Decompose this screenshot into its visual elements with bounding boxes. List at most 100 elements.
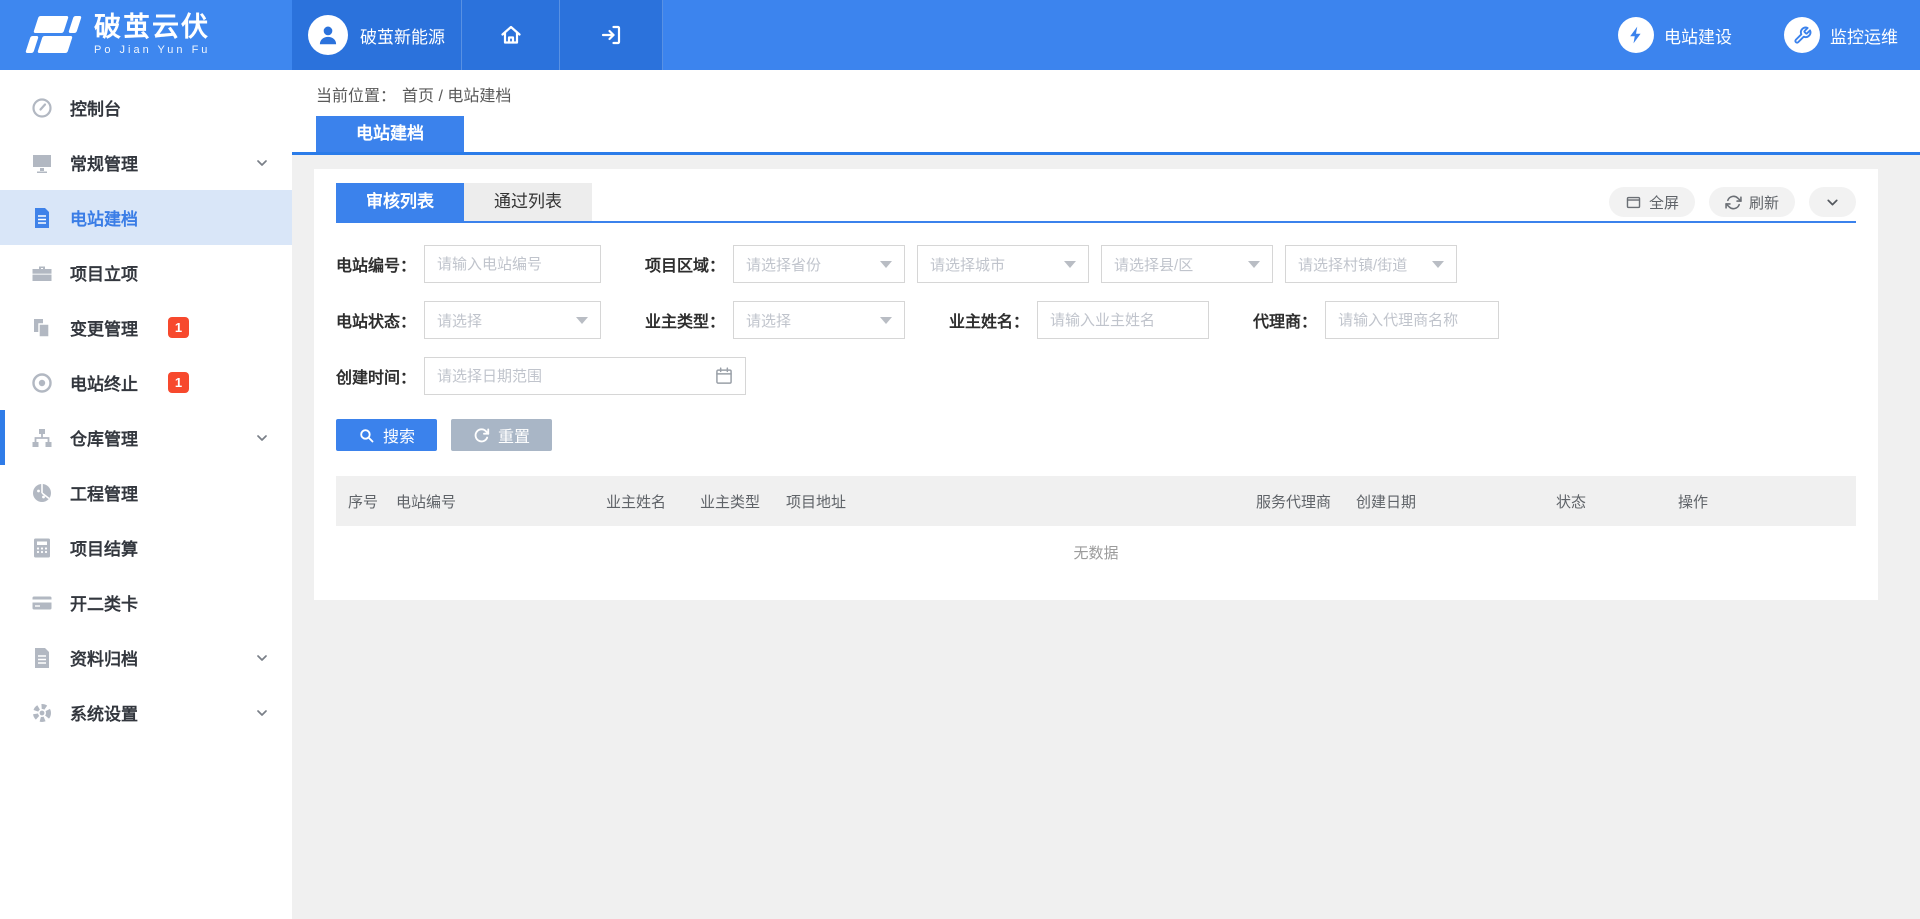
- results-table: 序号 电站编号 业主姓名 业主类型 项目地址 服务代理商 创建日期 状态 操作 …: [336, 476, 1856, 578]
- owner-type-select[interactable]: 请选择: [733, 301, 905, 339]
- sidebar-item-dashboard[interactable]: 控制台: [0, 80, 292, 135]
- sidebar-item-label: 项目立项: [70, 260, 138, 285]
- city-select[interactable]: 请选择城市: [917, 245, 1089, 283]
- th-actions: 操作: [1678, 491, 1856, 512]
- sidebar: 控制台 常规管理 电站建档 项目立项: [0, 70, 292, 919]
- user-menu[interactable]: 破茧新能源: [292, 0, 462, 70]
- chevron-down-icon: [254, 155, 270, 171]
- reset-icon: [473, 427, 490, 444]
- sidebar-item-label: 资料归档: [70, 645, 138, 670]
- brand-name: 破茧云伏: [94, 14, 210, 41]
- reset-label: 重置: [498, 423, 530, 447]
- sidebar-item-label: 控制台: [70, 95, 121, 120]
- fullscreen-label: 全屏: [1649, 192, 1679, 213]
- sidebar-item-project-initiation[interactable]: 项目立项: [0, 245, 292, 300]
- company-name: 破茧新能源: [360, 23, 445, 48]
- topbar: 破茧云伏 Po Jian Yun Fu 破茧新能源: [0, 0, 1920, 70]
- sidebar-item-label: 电站建档: [70, 205, 138, 230]
- th-service-agent: 服务代理商: [1256, 491, 1356, 512]
- briefcase-icon: [30, 261, 54, 285]
- field-station-status: 电站状态： 请选择: [336, 301, 601, 339]
- main-panel: 审核列表 通过列表 全屏: [314, 169, 1878, 600]
- select-placeholder: 请选择县/区: [1114, 254, 1193, 275]
- sidebar-item-data-archive[interactable]: 资料归档: [0, 630, 292, 685]
- breadcrumb-prefix: 当前位置：: [316, 82, 396, 106]
- tab-passed-list[interactable]: 通过列表: [464, 183, 592, 221]
- tab-review-list[interactable]: 审核列表: [336, 183, 464, 221]
- field-label: 代理商：: [1253, 308, 1317, 332]
- sidebar-item-label: 工程管理: [70, 480, 138, 505]
- caret-down-icon: [880, 317, 892, 324]
- copy-icon: [30, 316, 54, 340]
- station-no-input[interactable]: [424, 245, 601, 283]
- monitor-icon: [30, 151, 54, 175]
- date-range-input[interactable]: [424, 357, 746, 395]
- caret-down-icon: [880, 261, 892, 268]
- field-label: 业主类型：: [645, 308, 725, 332]
- badge-count: 1: [168, 372, 189, 393]
- sidebar-item-change-mgmt[interactable]: 变更管理 1: [0, 300, 292, 355]
- reset-button[interactable]: 重置: [451, 419, 552, 451]
- caret-down-icon: [1248, 261, 1260, 268]
- module-monitor-ops[interactable]: 监控运维: [1784, 17, 1898, 53]
- search-button[interactable]: 搜索: [336, 419, 437, 451]
- sidebar-item-label: 变更管理: [70, 315, 138, 340]
- owner-name-input[interactable]: [1037, 301, 1209, 339]
- field-region: 项目区域： 请选择省份 请选择城市: [645, 245, 1457, 283]
- province-select[interactable]: 请选择省份: [733, 245, 905, 283]
- th-project-address: 项目地址: [786, 491, 1256, 512]
- th-index: 序号: [348, 491, 396, 512]
- tab-bar: 审核列表 通过列表 全屏: [336, 183, 1856, 223]
- sidebar-item-label: 电站终止: [70, 370, 138, 395]
- topbar-modules: 电站建设 监控运维: [1618, 0, 1920, 70]
- logout-button[interactable]: [560, 0, 663, 70]
- county-select[interactable]: 请选择县/区: [1101, 245, 1273, 283]
- sidebar-item-open-card[interactable]: 开二类卡: [0, 575, 292, 630]
- breadcrumb-path[interactable]: 首页 / 电站建档: [402, 82, 511, 106]
- refresh-button[interactable]: 刷新: [1709, 187, 1795, 217]
- town-select[interactable]: 请选择村镇/街道: [1285, 245, 1457, 283]
- sidebar-item-station-terminate[interactable]: 电站终止 1: [0, 355, 292, 410]
- sidebar-item-label: 系统设置: [70, 700, 138, 725]
- sidebar-item-label: 项目结算: [70, 535, 138, 560]
- field-label: 业主姓名：: [949, 308, 1029, 332]
- sidebar-item-project-settlement[interactable]: 项目结算: [0, 520, 292, 575]
- sidebar-item-warehouse-mgmt[interactable]: 仓库管理: [0, 410, 292, 465]
- module-station-build[interactable]: 电站建设: [1618, 17, 1732, 53]
- pie-icon: [30, 481, 54, 505]
- field-create-time: 创建时间：: [336, 357, 746, 395]
- field-label: 项目区域：: [645, 252, 725, 276]
- archive-file-icon: [30, 646, 54, 670]
- filter-form: 电站编号： 项目区域： 请选择省份 请选择城市: [336, 245, 1856, 451]
- select-placeholder: 请选择: [437, 310, 482, 331]
- filter-actions: 搜索 重置: [336, 419, 1856, 451]
- search-icon: [358, 427, 375, 444]
- agent-input[interactable]: [1325, 301, 1499, 339]
- app-root: 破茧云伏 Po Jian Yun Fu 破茧新能源: [0, 0, 1920, 919]
- calendar-icon[interactable]: [714, 366, 734, 386]
- field-label: 电站编号：: [336, 252, 416, 276]
- sidebar-item-engineering-mgmt[interactable]: 工程管理: [0, 465, 292, 520]
- fullscreen-button[interactable]: 全屏: [1609, 187, 1695, 217]
- search-label: 搜索: [383, 423, 415, 447]
- filter-row-1: 电站编号： 项目区域： 请选择省份 请选择城市: [336, 245, 1856, 283]
- station-status-select[interactable]: 请选择: [424, 301, 601, 339]
- table-header-row: 序号 电站编号 业主姓名 业主类型 项目地址 服务代理商 创建日期 状态 操作: [336, 476, 1856, 526]
- home-button[interactable]: [462, 0, 560, 70]
- collapse-button[interactable]: [1809, 187, 1856, 217]
- sidebar-item-general-mgmt[interactable]: 常规管理: [0, 135, 292, 190]
- select-placeholder: 请选择省份: [746, 254, 821, 275]
- sidebar-item-label: 开二类卡: [70, 590, 138, 615]
- filter-row-3: 创建时间：: [336, 357, 1856, 395]
- region-selects: 请选择省份 请选择城市 请选择县/区: [733, 245, 1457, 283]
- filter-row-2: 电站状态： 请选择 业主类型： 请选择: [336, 301, 1856, 339]
- sidebar-item-system-settings[interactable]: 系统设置: [0, 685, 292, 740]
- sidebar-item-station-archive[interactable]: 电站建档: [0, 190, 292, 245]
- avatar: [308, 15, 348, 55]
- th-status: 状态: [1556, 491, 1678, 512]
- caret-down-icon: [1064, 261, 1076, 268]
- chevron-down-icon: [254, 430, 270, 446]
- content-header: 当前位置： 首页 / 电站建档 电站建档: [292, 70, 1920, 155]
- page-tab-station-archive[interactable]: 电站建档: [316, 116, 464, 152]
- select-placeholder: 请选择城市: [930, 254, 1005, 275]
